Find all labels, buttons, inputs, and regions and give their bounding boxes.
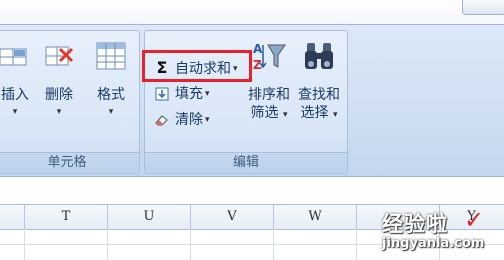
editing-group-label: 编辑 xyxy=(145,152,347,173)
find-select-label-line2: 选择 xyxy=(300,105,329,121)
column-header-t[interactable]: T xyxy=(25,205,108,229)
sort-filter-label-line1: 排序和 xyxy=(248,87,290,103)
autosum-highlight xyxy=(142,50,252,82)
delete-cells-icon xyxy=(45,46,74,66)
chevron-down-icon: ▾ xyxy=(56,107,62,117)
fill-button[interactable]: 填充 ▾ xyxy=(153,83,210,105)
find-select-label-line2-wrap: 选择 ▾ xyxy=(295,105,343,123)
chevron-down-icon[interactable]: ▾ xyxy=(205,89,210,99)
checkmark-icon: ✓ xyxy=(464,206,485,234)
format-label: 格式 xyxy=(97,87,125,103)
window-control-button[interactable] xyxy=(462,0,504,15)
sort-filter-icon: A Z xyxy=(253,42,286,72)
column-header-v[interactable]: V xyxy=(191,205,274,229)
clear-label: 清除 xyxy=(175,112,203,128)
delete-label: 删除 xyxy=(45,87,73,103)
chevron-down-icon: ▾ xyxy=(282,110,288,120)
column-header-u[interactable]: U xyxy=(108,205,191,229)
sort-filter-label-line2: 筛选 xyxy=(250,105,279,121)
format-cells-icon xyxy=(96,42,126,70)
watermark: 经验啦 ✓ jingyanla.com xyxy=(380,206,504,260)
chevron-down-icon[interactable]: ▾ xyxy=(205,115,210,125)
column-header-w[interactable]: W xyxy=(274,205,357,229)
grid-line xyxy=(107,229,108,260)
chevron-down-icon: ▾ xyxy=(332,110,338,120)
binoculars-icon xyxy=(305,43,333,69)
sort-filter-label-line2-wrap: 筛选 ▾ xyxy=(245,105,293,123)
chevron-down-icon: ▾ xyxy=(12,107,18,117)
formula-bar-area xyxy=(0,176,504,203)
watermark-text: 经验啦 xyxy=(382,212,448,236)
cells-group-label: 单元格 xyxy=(0,152,139,173)
eraser-icon xyxy=(153,109,171,131)
insert-cells-icon xyxy=(0,48,27,66)
find-select-label-line1: 查找和 xyxy=(298,87,340,103)
svg-text:A: A xyxy=(253,42,263,56)
grid-line xyxy=(24,229,25,260)
grid-line xyxy=(273,229,274,260)
fill-down-icon xyxy=(153,83,171,105)
fill-label: 填充 xyxy=(175,86,203,102)
title-bar xyxy=(0,0,504,24)
clear-button[interactable]: 清除 ▾ xyxy=(153,109,210,131)
grid-line xyxy=(356,229,357,260)
watermark-site: jingyanla.com xyxy=(382,236,485,251)
grid-line xyxy=(190,229,191,260)
chevron-down-icon: ▾ xyxy=(108,107,114,117)
column-header-partial[interactable] xyxy=(0,205,25,229)
cells-group: 插入 ▾ 删除 ▾ 格式 ▾ 单元格 xyxy=(0,30,140,174)
insert-label: 插入 xyxy=(1,87,29,103)
